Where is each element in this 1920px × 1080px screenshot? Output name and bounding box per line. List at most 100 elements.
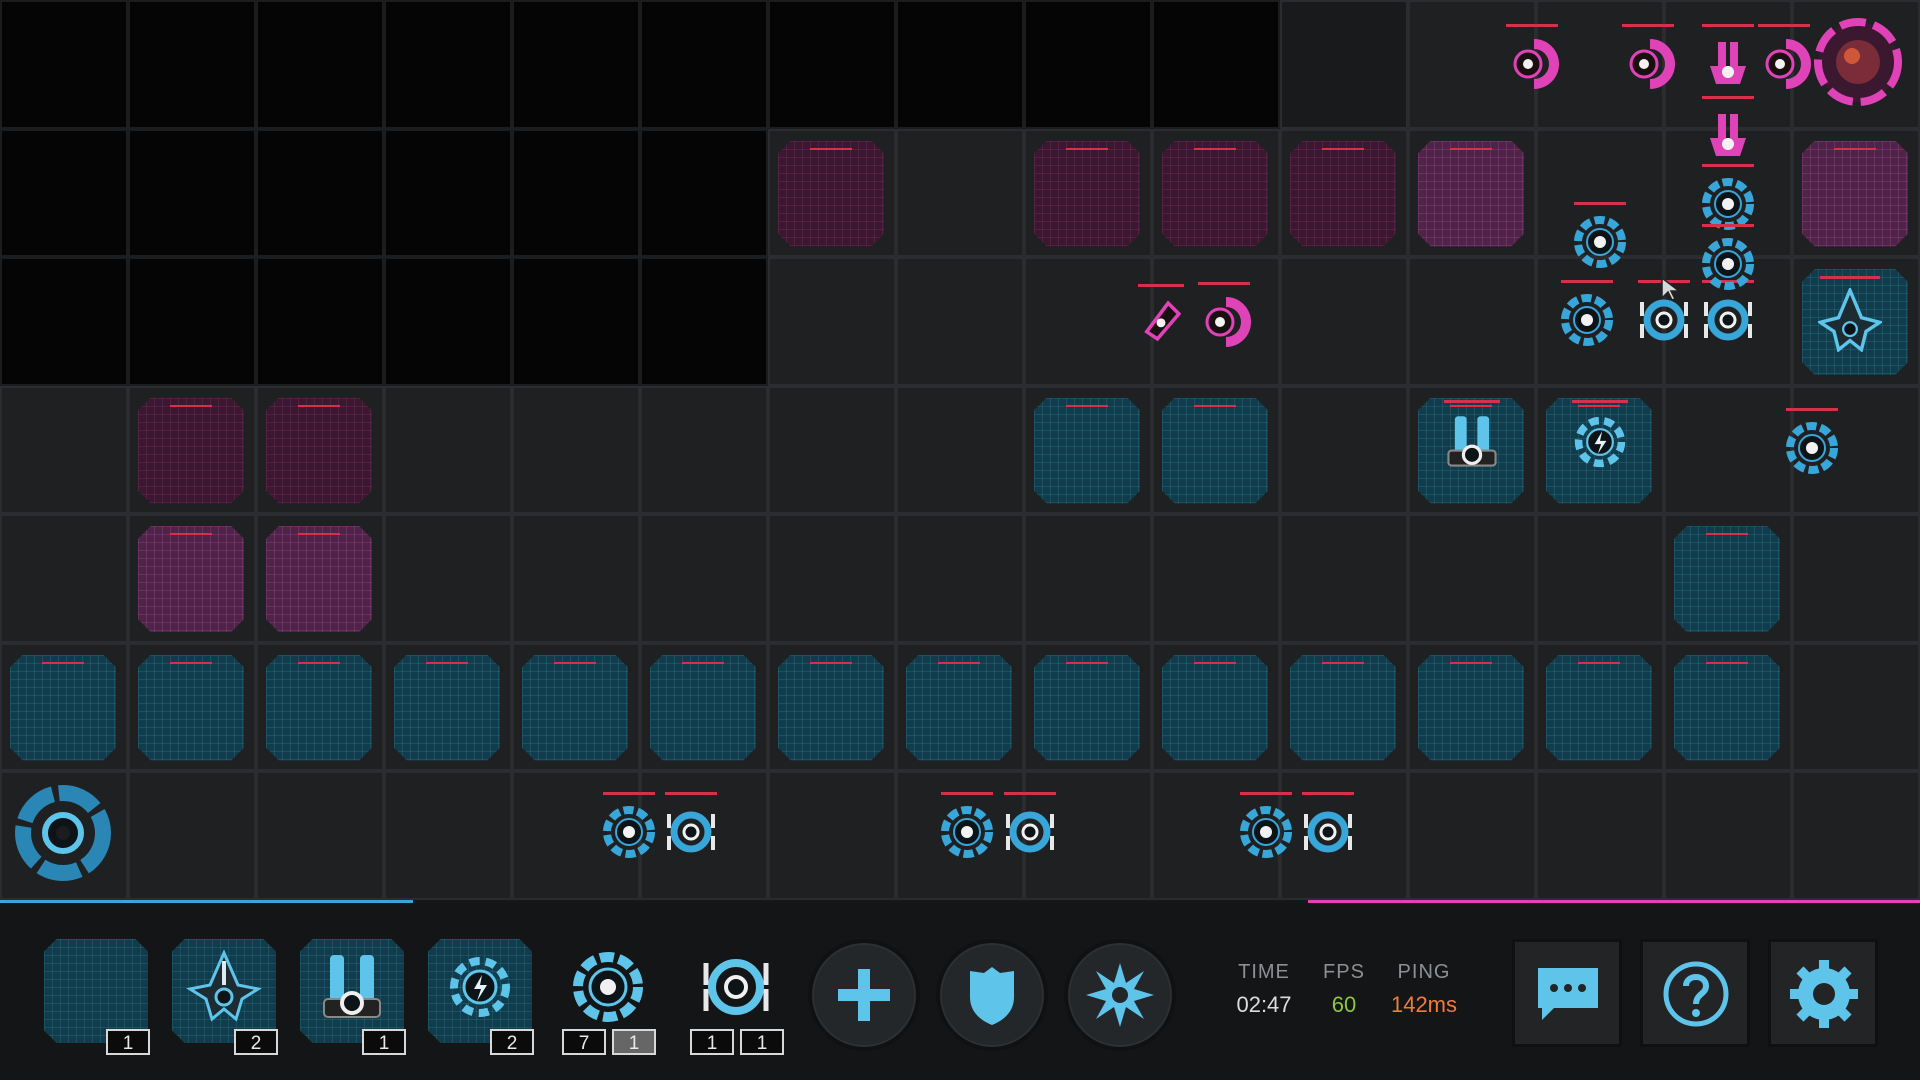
board-cell[interactable] [1280,257,1408,386]
chat-button[interactable] [1512,939,1622,1047]
board-cell[interactable] [512,385,640,514]
ally-turret-drone[interactable] [939,804,995,860]
enemy-wall-block[interactable] [138,526,244,632]
ally-wall-block[interactable] [1162,397,1268,504]
ally-turret-drone[interactable] [1784,420,1840,476]
enemy-wall-block[interactable] [266,397,372,504]
board-cell[interactable] [0,128,128,257]
enemy-wall-block[interactable] [266,526,372,632]
board-cell[interactable] [0,257,128,386]
inventory-slot-fighter[interactable]: 2 [172,939,278,1055]
board-cell[interactable] [512,257,640,386]
player-core-base[interactable] [14,784,112,882]
enemy-wall-block[interactable] [1418,140,1524,247]
board-cell[interactable] [1408,514,1536,643]
enemy-bot[interactable] [1756,36,1812,92]
board-cell[interactable] [1792,642,1920,771]
enemy-core-base[interactable] [1812,16,1904,108]
ally-wall-block[interactable] [394,654,500,761]
board-cell[interactable] [896,0,1024,129]
board-cell[interactable] [0,0,128,129]
shield-ability-button[interactable] [936,939,1048,1051]
ally-wall-block[interactable] [522,654,628,761]
board-cell[interactable] [1536,771,1664,900]
board-cell[interactable] [1152,514,1280,643]
enemy-ship[interactable] [1136,296,1186,346]
board-cell[interactable] [640,385,768,514]
enemy-wall-block[interactable] [778,140,884,247]
board-cell[interactable] [1280,385,1408,514]
board-cell[interactable] [768,257,896,386]
board-cell[interactable] [640,128,768,257]
enemy-bot[interactable] [1196,294,1252,350]
board-cell[interactable] [1024,257,1152,386]
board-cell[interactable] [384,514,512,643]
enemy-wall-block[interactable] [1802,140,1908,247]
ally-wall-block[interactable] [1674,654,1780,761]
board-cell[interactable] [1792,514,1920,643]
board-cell[interactable] [0,514,128,643]
ally-turret-drone[interactable] [1238,804,1294,860]
enemy-wall-block[interactable] [1034,140,1140,247]
board-cell[interactable] [768,0,896,129]
ally-clamp-drone[interactable] [1700,292,1756,348]
ally-wall-block[interactable] [266,654,372,761]
board-cell[interactable] [384,771,512,900]
board-cell[interactable] [1664,771,1792,900]
enemy-tower[interactable] [1700,36,1756,92]
ally-wall-block[interactable] [778,654,884,761]
ally-shock-generator[interactable] [1570,412,1630,472]
board-cell[interactable] [512,128,640,257]
board-cell[interactable] [384,128,512,257]
board-cell[interactable] [128,771,256,900]
board-cell[interactable] [1280,514,1408,643]
inventory-slot-wall[interactable]: 1 [44,939,150,1055]
board-cell[interactable] [1408,257,1536,386]
board-cell[interactable] [1280,0,1408,129]
inventory-slot-cannon[interactable]: 1 [300,939,406,1055]
enemy-tower[interactable] [1700,108,1756,164]
board-cell[interactable] [128,0,256,129]
board-cell[interactable] [1024,514,1152,643]
board-cell[interactable] [256,128,384,257]
ally-clamp-drone[interactable] [1002,804,1058,860]
ally-turret-drone[interactable] [601,804,657,860]
board-cell[interactable] [1536,514,1664,643]
board-cell[interactable] [128,257,256,386]
board-cell[interactable] [1152,0,1280,129]
ally-wall-block[interactable] [1418,654,1524,761]
ally-wall-block[interactable] [1034,654,1140,761]
ally-wall-block[interactable] [906,654,1012,761]
ally-wall-block[interactable] [10,654,116,761]
ally-wall-block[interactable] [1546,654,1652,761]
add-unit-button[interactable] [808,939,920,1051]
board-cell[interactable] [384,385,512,514]
board-cell[interactable] [768,514,896,643]
board-cell[interactable] [256,771,384,900]
burst-ability-button[interactable] [1064,939,1176,1051]
board-cell[interactable] [768,385,896,514]
board-cell[interactable] [768,771,896,900]
enemy-wall-block[interactable] [1162,140,1268,247]
ally-turret-drone[interactable] [1559,292,1615,348]
board-cell[interactable] [896,385,1024,514]
board-cell[interactable] [640,514,768,643]
board-cell[interactable] [1664,385,1792,514]
ally-wall-block[interactable] [1290,654,1396,761]
ally-clamp-drone[interactable] [1300,804,1356,860]
board-cell[interactable] [1792,771,1920,900]
ally-wall-block[interactable] [1162,654,1268,761]
inventory-slot-shock[interactable]: 2 [428,939,534,1055]
board-cell[interactable] [512,514,640,643]
ally-wall-block[interactable] [1674,526,1780,632]
board-cell[interactable] [384,0,512,129]
board-cell[interactable] [256,257,384,386]
ally-clamp-drone[interactable] [663,804,719,860]
board-cell[interactable] [0,385,128,514]
enemy-bot[interactable] [1504,36,1560,92]
ally-wall-block[interactable] [650,654,756,761]
board-cell[interactable] [640,257,768,386]
ally-fighter-ship[interactable] [1818,288,1882,352]
enemy-wall-block[interactable] [1290,140,1396,247]
help-button[interactable] [1640,939,1750,1047]
